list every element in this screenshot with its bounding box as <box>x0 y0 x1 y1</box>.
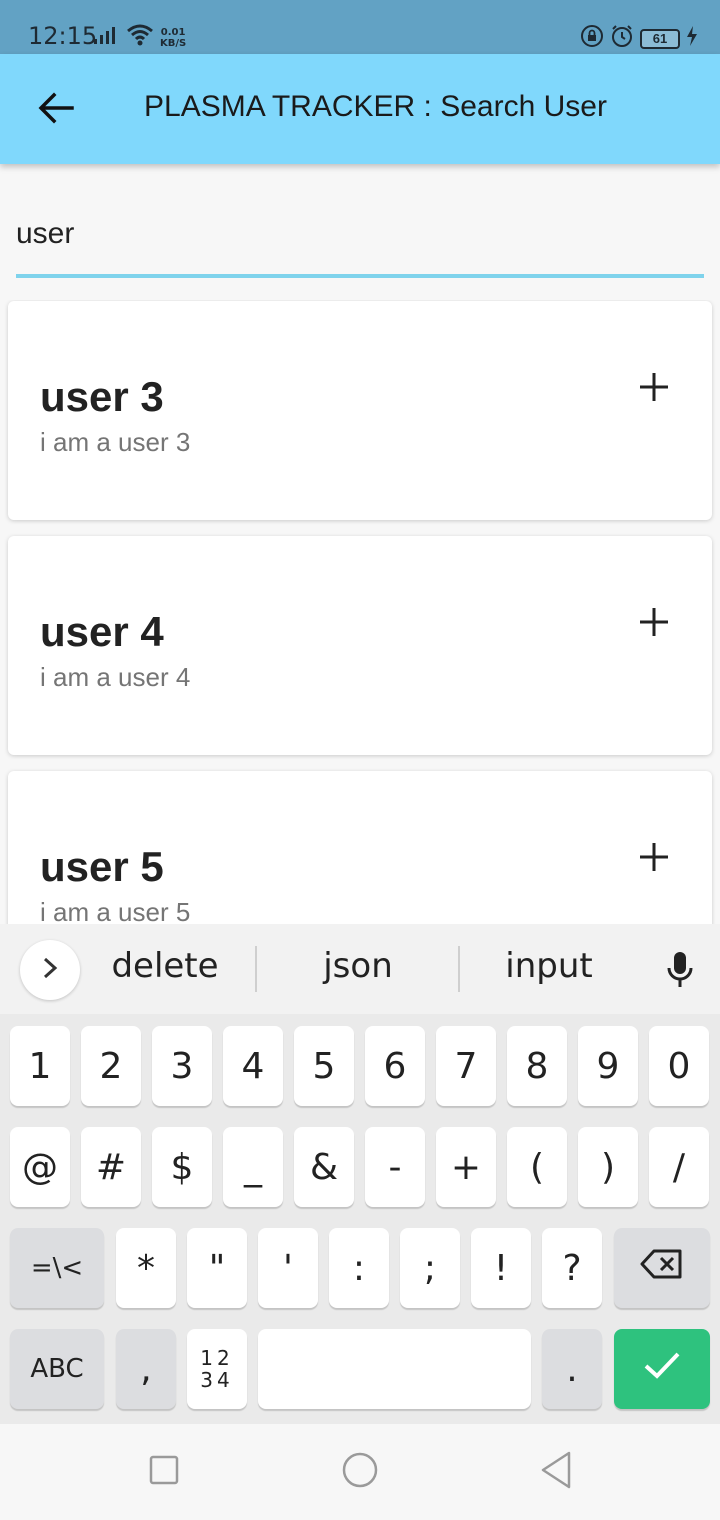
arrow-back-icon <box>38 92 74 129</box>
key[interactable]: # <box>81 1127 141 1207</box>
toolbar-expand-button[interactable] <box>20 940 80 1000</box>
key[interactable]: ) <box>578 1127 638 1207</box>
suggestion-item[interactable]: json <box>293 946 423 986</box>
net-speed-unit: KB/S <box>160 37 187 49</box>
key[interactable]: " <box>187 1228 247 1308</box>
done-key[interactable] <box>614 1329 710 1409</box>
key[interactable]: ? <box>542 1228 602 1308</box>
key[interactable]: _ <box>223 1127 283 1207</box>
user-name: user 5 <box>40 843 164 890</box>
user-name: user 4 <box>40 608 164 655</box>
key[interactable]: + <box>436 1127 496 1207</box>
suggestion-divider <box>458 946 460 992</box>
add-user-button[interactable] <box>632 367 676 411</box>
status-time: 12:15 <box>28 22 98 50</box>
status-bar: 12:15 0.01 KB/S 61 <box>0 0 720 54</box>
alarm-icon <box>610 24 634 53</box>
triangle-back-icon <box>539 1451 573 1494</box>
numpad-key[interactable]: 12 34 <box>187 1329 247 1409</box>
key[interactable]: 5 <box>294 1026 354 1106</box>
key[interactable]: 3 <box>152 1026 212 1106</box>
signal-icon <box>94 25 120 50</box>
system-nav-bar <box>0 1424 720 1520</box>
key[interactable]: 6 <box>365 1026 425 1106</box>
page-title: PLASMA TRACKER : Search User <box>144 90 607 123</box>
numpad-label-top: 12 <box>200 1346 234 1370</box>
key[interactable]: 0 <box>649 1026 709 1106</box>
key[interactable]: ( <box>507 1127 567 1207</box>
app-bar: PLASMA TRACKER : Search User <box>0 54 720 164</box>
home-button[interactable] <box>340 1452 380 1492</box>
key[interactable]: 7 <box>436 1026 496 1106</box>
search-input[interactable] <box>16 196 704 272</box>
user-description: i am a user 3 <box>40 427 191 457</box>
plus-icon <box>638 841 670 878</box>
key[interactable]: 1 <box>10 1026 70 1106</box>
key[interactable]: & <box>294 1127 354 1207</box>
key[interactable]: $ <box>152 1127 212 1207</box>
recent-apps-button[interactable] <box>144 1452 184 1492</box>
plus-icon <box>638 606 670 643</box>
search-field[interactable] <box>16 196 704 278</box>
user-name: user 3 <box>40 373 164 420</box>
add-user-button[interactable] <box>632 837 676 881</box>
user-description: i am a user 4 <box>40 662 191 692</box>
suggestion-item[interactable]: delete <box>100 946 230 986</box>
key[interactable]: 9 <box>578 1026 638 1106</box>
numpad-key-label: 12 34 <box>200 1347 233 1391</box>
key[interactable]: 2 <box>81 1026 141 1106</box>
key[interactable]: : <box>329 1228 389 1308</box>
key[interactable]: ! <box>471 1228 531 1308</box>
suggestion-divider <box>255 946 257 992</box>
backspace-icon <box>640 1248 684 1289</box>
key[interactable]: 8 <box>507 1026 567 1106</box>
suggestion-item[interactable]: input <box>484 946 614 986</box>
key[interactable]: * <box>116 1228 176 1308</box>
key[interactable]: 4 <box>223 1026 283 1106</box>
status-right-icons: 61 <box>580 24 698 53</box>
suggestion-bar: delete json input <box>0 924 720 1014</box>
user-description: i am a user 5 <box>40 897 191 924</box>
key[interactable]: ; <box>400 1228 460 1308</box>
symbols-page-key[interactable]: =\< <box>10 1228 104 1308</box>
list-item[interactable]: user 4 i am a user 4 <box>8 536 712 755</box>
comma-key[interactable]: , <box>116 1329 176 1409</box>
list-item[interactable]: user 3 i am a user 3 <box>8 301 712 520</box>
key[interactable]: @ <box>10 1127 70 1207</box>
backspace-key[interactable] <box>614 1228 710 1308</box>
key[interactable]: ' <box>258 1228 318 1308</box>
wifi-icon <box>126 24 154 51</box>
status-left-icons: 0.01 KB/S <box>94 24 186 51</box>
numpad-label-bottom: 34 <box>200 1368 234 1392</box>
lock-rotation-icon <box>580 24 604 53</box>
microphone-icon <box>665 950 695 995</box>
net-speed-value: 0.01 <box>160 26 186 38</box>
charging-icon <box>686 26 698 51</box>
checkmark-icon <box>642 1349 682 1390</box>
add-user-button[interactable] <box>632 602 676 646</box>
search-underline <box>16 274 704 278</box>
period-key[interactable]: . <box>542 1329 602 1409</box>
list-item[interactable]: user 5 i am a user 5 <box>8 771 712 924</box>
plus-icon <box>638 371 670 408</box>
abc-key[interactable]: ABC <box>10 1329 104 1409</box>
key[interactable]: - <box>365 1127 425 1207</box>
chevron-right-icon <box>42 956 58 985</box>
back-button[interactable] <box>30 84 82 136</box>
voice-input-button[interactable] <box>660 948 700 996</box>
results-list[interactable]: user 3 i am a user 3 user 4 i am a user … <box>0 300 720 924</box>
space-key[interactable] <box>258 1329 531 1409</box>
battery-indicator: 61 <box>640 28 680 49</box>
keyboard: delete json input 1 2 3 4 5 6 7 8 9 0 @ … <box>0 924 720 1424</box>
net-speed: 0.01 KB/S <box>160 27 186 49</box>
back-nav-button[interactable] <box>536 1451 576 1494</box>
circle-icon <box>341 1451 379 1494</box>
key[interactable]: / <box>649 1127 709 1207</box>
square-icon <box>149 1455 179 1490</box>
